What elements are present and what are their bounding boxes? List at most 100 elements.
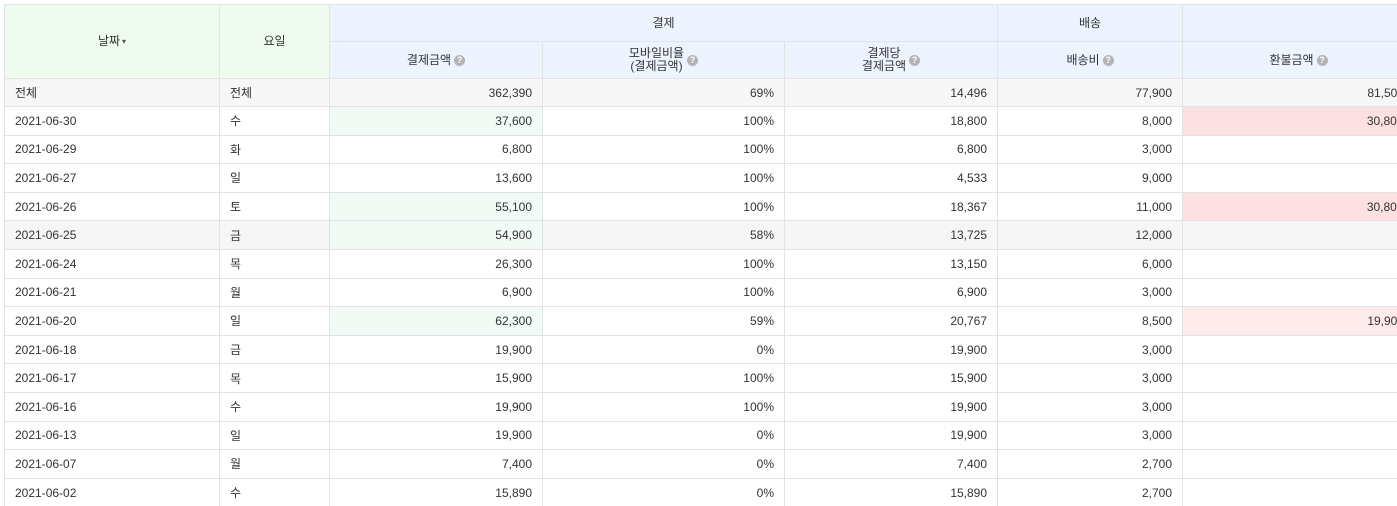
- pay-amount-cell: 19,900: [329, 391, 543, 422]
- table-row[interactable]: 2021-06-13 일 19,900 0% 19,900 3,000 0: [4, 420, 1397, 451]
- mobile-ratio-cell: 100%: [542, 363, 785, 393]
- table-row[interactable]: 2021-06-27 일 13,600 100% 4,533 9,000 0: [4, 163, 1397, 193]
- table-row[interactable]: 2021-06-02 수 15,890 0% 15,890 2,700 0: [4, 477, 1397, 506]
- more-group-header[interactable]: +: [1182, 4, 1397, 42]
- refund-amount-cell: 30,800: [1182, 191, 1397, 222]
- shipping-fee-cell: 9,000: [997, 163, 1184, 193]
- date-cell: 2021-06-13: [4, 420, 220, 451]
- refund-amount-cell: 0: [1182, 449, 1397, 479]
- date-cell: 2021-06-25: [4, 220, 220, 250]
- pay-amount-cell: 13,600: [329, 163, 543, 193]
- shipping-fee-cell: 3,000: [997, 363, 1184, 393]
- pay-amount-cell: 15,900: [329, 363, 543, 393]
- date-cell: 2021-06-24: [4, 248, 220, 279]
- daily-stats-table: 날짜▾ 요일 결제 배송 + 결제금액?: [4, 4, 1397, 506]
- help-icon[interactable]: ?: [1102, 54, 1114, 66]
- shipping-fee-label: 배송비: [1066, 52, 1100, 67]
- shipping-fee-cell: 3,000: [997, 391, 1184, 422]
- date-cell: 2021-06-17: [4, 363, 220, 393]
- shipping-fee-cell: 3,000: [997, 420, 1184, 451]
- mobile-ratio-label-line2: (결제금액): [630, 59, 683, 73]
- help-icon[interactable]: ?: [454, 54, 466, 66]
- per-pay-cell: 19,900: [783, 420, 999, 451]
- pay-amount-cell: 15,890: [329, 477, 543, 506]
- mobile-ratio-header: 모바일비율 (결제금액) ?: [542, 41, 785, 79]
- shipping-fee-cell: 12,000: [997, 220, 1184, 250]
- refund-amount-cell: 0: [1182, 163, 1397, 193]
- table-row[interactable]: 2021-06-26 토 55,100 100% 18,367 11,000 3…: [4, 191, 1397, 222]
- refund-amount-cell: 0: [1182, 248, 1397, 279]
- table-row[interactable]: 2021-06-29 화 6,800 100% 6,800 3,000 0: [4, 134, 1397, 165]
- per-pay-cell: 13,725: [783, 220, 999, 250]
- total-refund-amount-cell: 81,500: [1182, 78, 1397, 107]
- total-per-pay-cell: 14,496: [783, 78, 999, 107]
- total-pay-amount-cell: 362,390: [329, 78, 543, 107]
- shipping-fee-cell: 8,000: [997, 106, 1184, 136]
- day-cell: 화: [219, 134, 330, 165]
- per-pay-cell: 19,900: [783, 391, 999, 422]
- help-icon[interactable]: ?: [909, 54, 921, 66]
- shipping-fee-cell: 3,000: [997, 334, 1184, 365]
- mobile-ratio-cell: 100%: [542, 106, 785, 136]
- refund-amount-cell: 0: [1182, 277, 1397, 308]
- per-pay-cell: 18,800: [783, 106, 999, 136]
- day-cell: 월: [219, 277, 330, 308]
- table-row[interactable]: 2021-06-20 일 62,300 59% 20,767 8,500 19,…: [4, 306, 1397, 336]
- day-cell: 일: [219, 420, 330, 451]
- mobile-ratio-cell: 0%: [542, 477, 785, 506]
- shipping-fee-cell: 8,500: [997, 306, 1184, 336]
- payment-group-label: 결제: [652, 15, 675, 30]
- pay-amount-cell: 54,900: [329, 220, 543, 250]
- table-row[interactable]: 2021-06-25 금 54,900 58% 13,725 12,000 0: [4, 220, 1397, 250]
- shipping-fee-header: 배송비?: [997, 41, 1184, 79]
- day-cell: 목: [219, 363, 330, 393]
- table-row[interactable]: 2021-06-30 수 37,600 100% 18,800 8,000 30…: [4, 106, 1397, 136]
- shipping-fee-cell: 2,700: [997, 449, 1184, 479]
- shipping-group-header: 배송: [997, 4, 1184, 42]
- per-pay-cell: 6,900: [783, 277, 999, 308]
- mobile-ratio-cell: 58%: [542, 220, 785, 250]
- date-column-header[interactable]: 날짜 ▾: [4, 4, 220, 79]
- help-icon[interactable]: ?: [1316, 54, 1328, 66]
- refund-amount-cell: 30,800: [1182, 106, 1397, 136]
- table-row[interactable]: 2021-06-24 목 26,300 100% 13,150 6,000 0: [4, 248, 1397, 279]
- refund-amount-cell: 19,900: [1182, 306, 1397, 336]
- shipping-fee-cell: 3,000: [997, 134, 1184, 165]
- table-row[interactable]: 2021-06-16 수 19,900 100% 19,900 3,000 0: [4, 391, 1397, 422]
- day-header-label: 요일: [263, 34, 286, 48]
- shipping-group-label: 배송: [1078, 15, 1102, 30]
- table-row[interactable]: 2021-06-21 월 6,900 100% 6,900 3,000 0: [4, 277, 1397, 308]
- per-payment-header: 결제당 결제금액 ?: [783, 41, 999, 79]
- refund-amount-cell: 0: [1182, 420, 1397, 451]
- date-cell: 2021-06-16: [4, 391, 220, 422]
- date-cell: 2021-06-20: [4, 306, 220, 336]
- table-row[interactable]: 2021-06-07 월 7,400 0% 7,400 2,700 0: [4, 449, 1397, 479]
- mobile-ratio-cell: 100%: [542, 248, 785, 279]
- day-cell: 토: [219, 191, 330, 222]
- total-day-cell: 전체: [219, 78, 330, 107]
- day-cell: 수: [219, 477, 330, 506]
- sort-caret-icon[interactable]: ▾: [122, 35, 126, 48]
- table-body: 전체 전체 362,390 69% 14,496 77,900 81,500 2…: [4, 78, 1397, 506]
- day-cell: 목: [219, 248, 330, 279]
- per-pay-cell: 18,367: [783, 191, 999, 222]
- day-cell: 수: [219, 391, 330, 422]
- table-row[interactable]: 2021-06-17 목 15,900 100% 15,900 3,000 0: [4, 363, 1397, 393]
- mobile-ratio-cell: 59%: [542, 306, 785, 336]
- pay-amount-cell: 19,900: [329, 420, 543, 451]
- day-cell: 수: [219, 106, 330, 136]
- table-row[interactable]: 2021-06-18 금 19,900 0% 19,900 3,000 0: [4, 334, 1397, 365]
- help-icon[interactable]: ?: [687, 54, 699, 66]
- day-cell: 월: [219, 449, 330, 479]
- mobile-ratio-cell: 100%: [542, 391, 785, 422]
- stats-table-container: 날짜▾ 요일 결제 배송 + 결제금액?: [4, 4, 1397, 506]
- shipping-fee-cell: 11,000: [997, 191, 1184, 222]
- total-shipping-fee-cell: 77,900: [997, 78, 1184, 107]
- refund-amount-cell: 0: [1182, 477, 1397, 506]
- date-cell: 2021-06-02: [4, 477, 220, 506]
- pay-amount-cell: 37,600: [329, 106, 543, 136]
- pay-amount-cell: 6,800: [329, 134, 543, 165]
- refund-amount-label: 환불금액: [1269, 52, 1314, 67]
- pay-amount-label: 결제금액: [406, 52, 452, 67]
- day-cell: 금: [219, 334, 330, 365]
